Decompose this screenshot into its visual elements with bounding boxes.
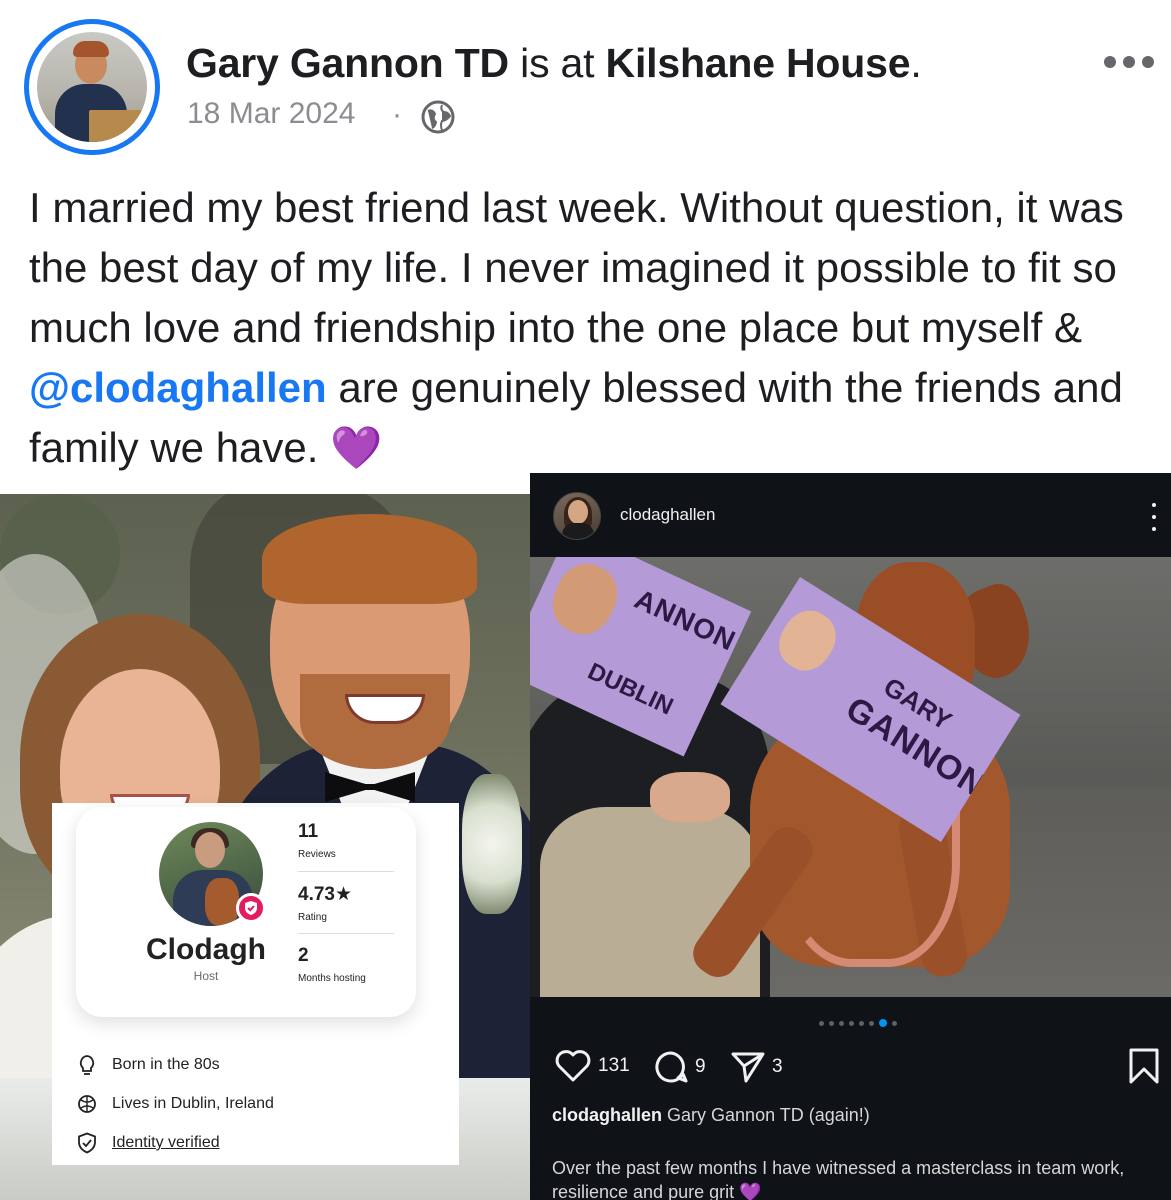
carousel-dot: [819, 1020, 824, 1026]
fact-born: Born in the 80s: [76, 1051, 220, 1079]
author-name[interactable]: Gary Gannon TD: [186, 40, 509, 86]
leaflet-text: DUBLIN: [583, 657, 678, 721]
share-button[interactable]: 3: [730, 1049, 783, 1085]
bookmark-icon[interactable]: [1128, 1047, 1160, 1085]
ig-post-photo[interactable]: ANNON DUBLIN GARY GANNON: [530, 557, 1171, 997]
share-count: 3: [772, 1056, 783, 1077]
send-icon: [731, 1052, 765, 1083]
ig-username[interactable]: clodaghallen: [620, 505, 715, 525]
instagram-post: clodaghallen ANNON DUBLIN GARY GANNON 13…: [530, 473, 1171, 1200]
carousel-dot: [829, 1020, 834, 1026]
location-suffix: .: [910, 40, 922, 86]
checkin-location[interactable]: Kilshane House: [606, 40, 911, 86]
leaflet-text: ANNON: [630, 583, 741, 657]
stat-reviews[interactable]: 11 Reviews: [298, 821, 394, 860]
ig-caption-title: clodaghallen Gary Gannon TD (again!): [552, 1105, 870, 1126]
more-options-button[interactable]: [1099, 48, 1159, 76]
carousel-dot: [869, 1020, 874, 1026]
author-avatar[interactable]: [24, 19, 160, 155]
post-text-part: I married my best friend last week. With…: [29, 184, 1124, 351]
stat-months-hosting: 2 Months hosting: [298, 945, 394, 984]
stat-value: 4.73★: [298, 884, 353, 905]
divider: [298, 933, 394, 934]
date-separator: ·: [392, 98, 402, 131]
host-summary-card[interactable]: Clodagh Host 11 Reviews 4.73★ Rating 2 M…: [76, 807, 416, 1017]
verified-badge-icon: [236, 893, 266, 923]
like-button[interactable]: 131: [554, 1049, 630, 1083]
shield-check-icon: [76, 1132, 98, 1154]
stat-value: 11: [298, 821, 319, 842]
stat-label: Months hosting: [298, 973, 366, 984]
more-dot-icon: [1104, 56, 1116, 68]
post-header: Gary Gannon TD is at Kilshane House. 18 …: [0, 0, 1171, 160]
fact-identity: Identity verified: [76, 1129, 220, 1157]
caption-title-text: Gary Gannon TD (again!): [662, 1105, 870, 1125]
stat-value: 2: [298, 945, 309, 966]
carousel-dot-active: [879, 1019, 887, 1027]
mention-link[interactable]: @clodaghallen: [29, 364, 327, 411]
comment-count: 9: [695, 1056, 706, 1077]
checkin-connector: is at: [508, 40, 606, 86]
globe-icon: [76, 1093, 98, 1115]
author-line: Gary Gannon TD is at Kilshane House.: [186, 40, 922, 87]
carousel-dot: [892, 1020, 897, 1026]
ig-profile-avatar[interactable]: [553, 492, 601, 540]
carousel-dot: [849, 1020, 854, 1026]
author-photo: [37, 32, 147, 142]
stat-label: Reviews: [298, 849, 336, 860]
comment-icon: [655, 1051, 688, 1083]
identity-verified-link[interactable]: Identity verified: [112, 1134, 220, 1152]
heart-icon: [555, 1050, 591, 1082]
caption-username[interactable]: clodaghallen: [552, 1105, 662, 1125]
more-dot-icon: [1123, 56, 1135, 68]
purple-heart-emoji: 💜: [330, 424, 383, 471]
carousel-dot: [859, 1020, 864, 1026]
host-role: Host: [193, 969, 219, 983]
comment-button[interactable]: 9: [653, 1049, 706, 1085]
host-name: Clodagh: [146, 933, 266, 966]
carousel-indicator: [819, 1019, 897, 1027]
host-profile-card: Clodagh Host 11 Reviews 4.73★ Rating 2 M…: [52, 803, 459, 1165]
fact-location: Lives in Dublin, Ireland: [76, 1090, 274, 1118]
like-count: 131: [598, 1055, 630, 1076]
lightbulb-icon: [76, 1054, 98, 1076]
divider: [298, 871, 394, 872]
stat-label: Rating: [298, 912, 327, 923]
globe-icon[interactable]: [420, 99, 456, 135]
more-dot-icon: [1142, 56, 1154, 68]
carousel-dot: [839, 1020, 844, 1026]
post-date[interactable]: 18 Mar 2024: [187, 97, 355, 131]
ig-caption-body: Over the past few months I have witnesse…: [552, 1158, 1125, 1200]
post-text: I married my best friend last week. With…: [29, 178, 1159, 478]
stat-rating: 4.73★ Rating: [298, 883, 394, 923]
fact-text: Lives in Dublin, Ireland: [112, 1095, 274, 1112]
ig-more-options-icon[interactable]: [1149, 503, 1159, 531]
fact-text: Born in the 80s: [112, 1056, 220, 1073]
